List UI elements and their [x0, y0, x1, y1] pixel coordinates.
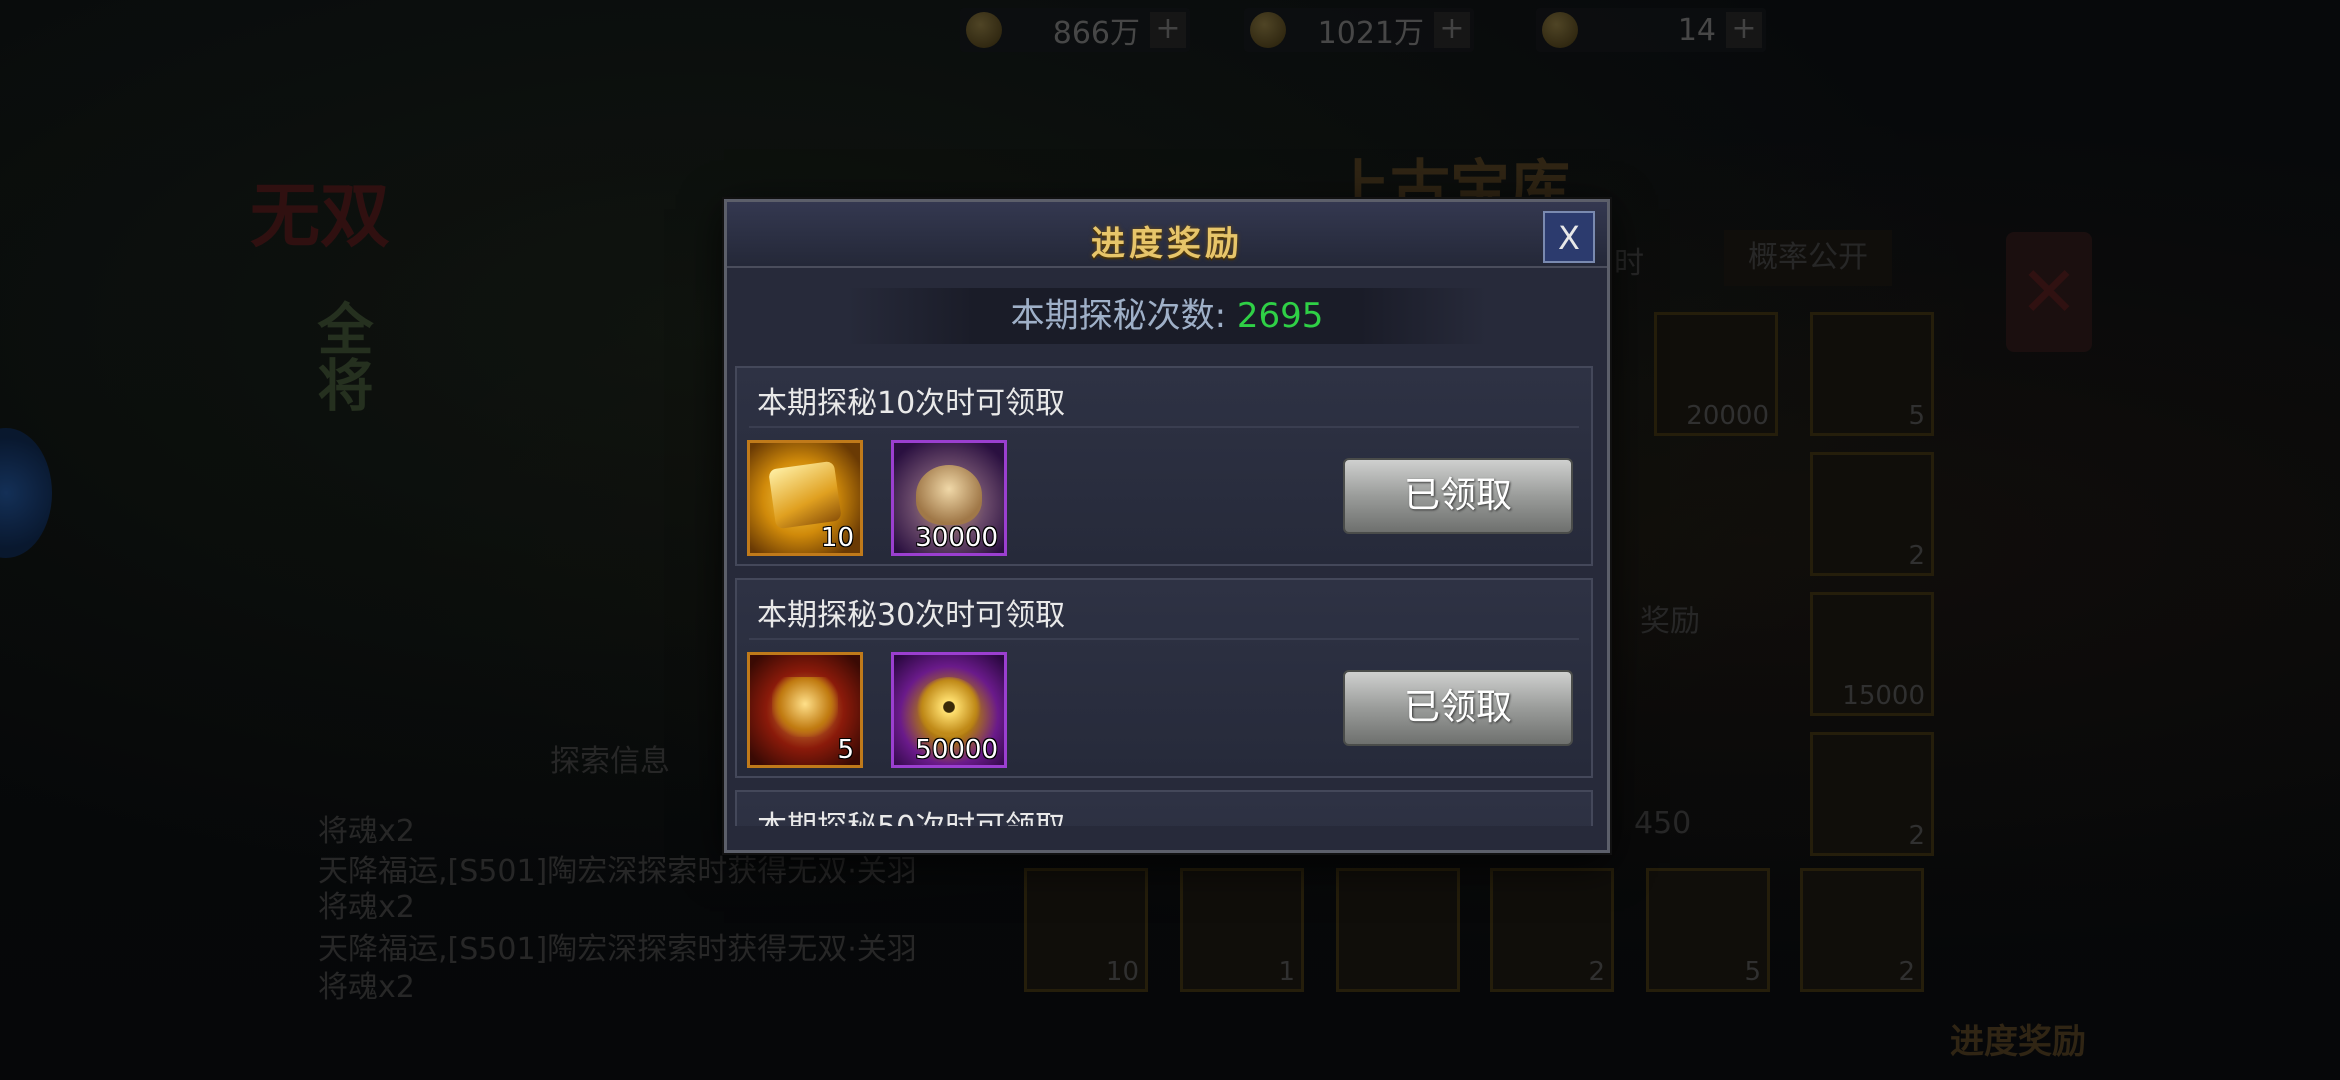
progress-reward-dialog: 进度奖励 X 本期探秘次数: 2695 本期探秘10次时可领取 10 30000…: [724, 199, 1610, 853]
reward-item-qty: 50000: [915, 735, 998, 765]
reward-row-title: 本期探秘10次时可领取: [757, 386, 1066, 421]
gold-bar-icon: [768, 460, 842, 530]
copper-coin-icon: [916, 677, 982, 737]
explore-count-bar: 本期探秘次数: 2695: [847, 288, 1487, 344]
claimed-button[interactable]: 已领取: [1343, 670, 1573, 746]
reward-row-title: 本期探秘50次时可领取: [757, 802, 1065, 826]
row-divider: [749, 426, 1579, 428]
explore-count-label: 本期探秘次数:: [1010, 296, 1227, 336]
command-token-icon: [772, 677, 838, 737]
reward-row: 本期探秘10次时可领取 10 30000 已领取: [735, 366, 1593, 566]
dialog-title: 进度奖励: [1091, 224, 1243, 264]
reward-row-title: 本期探秘30次时可领取: [757, 598, 1066, 633]
reward-item[interactable]: 10: [747, 440, 863, 556]
reward-row: 本期探秘50次时可领取: [735, 790, 1593, 826]
coin-sack-icon: [916, 465, 982, 525]
reward-item-qty: 10: [820, 523, 854, 553]
explore-count-value: 2695: [1236, 296, 1324, 336]
claimed-button[interactable]: 已领取: [1343, 458, 1573, 534]
reward-row: 本期探秘30次时可领取 5 50000 已领取: [735, 578, 1593, 778]
reward-item[interactable]: 5: [747, 652, 863, 768]
reward-item[interactable]: 50000: [891, 652, 1007, 768]
close-button[interactable]: X: [1543, 211, 1595, 263]
reward-item-qty: 30000: [915, 523, 998, 553]
dialog-header: 进度奖励 X: [727, 202, 1607, 268]
row-divider: [749, 638, 1579, 640]
reward-list[interactable]: 本期探秘10次时可领取 10 30000 已领取 本期探秘30次时可领取 5 5…: [735, 366, 1593, 826]
reward-item[interactable]: 30000: [891, 440, 1007, 556]
reward-item-qty: 5: [837, 735, 854, 765]
